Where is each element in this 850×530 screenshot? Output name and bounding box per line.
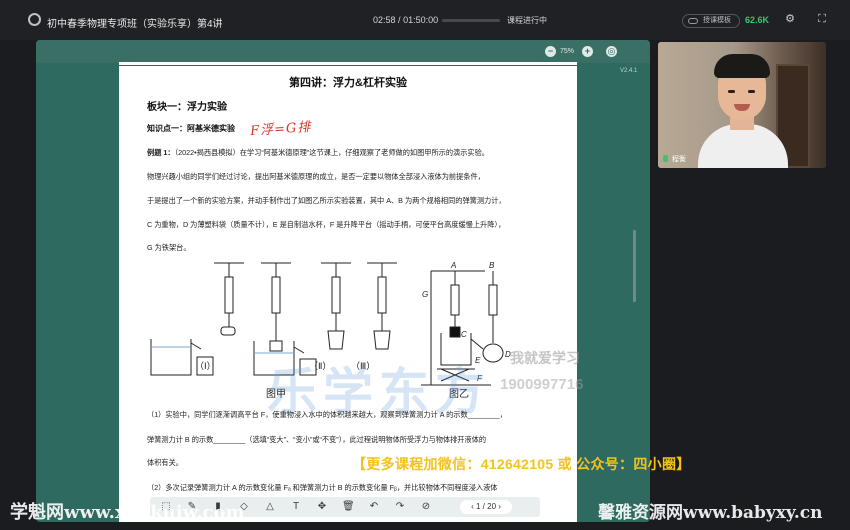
spring-scale xyxy=(331,276,341,314)
spring-scale xyxy=(224,276,234,314)
clear-icon[interactable]: ⊘ xyxy=(420,501,432,513)
section-heading: 板块一：浮力实验 xyxy=(147,102,227,113)
spout xyxy=(470,338,484,350)
weight-block xyxy=(220,326,236,336)
teacher-eye xyxy=(748,90,755,93)
zoom-level: 75% xyxy=(560,48,575,55)
teacher-camera: 程衡 xyxy=(658,42,826,168)
spring-scale xyxy=(377,276,387,314)
prev-page-icon[interactable]: ‹ xyxy=(471,502,474,511)
question-text: （2022•揭西县模拟）在学习“阿基米德原理”这节课上，仔细观察了老师做的如图甲… xyxy=(174,148,489,157)
label-roman-1: （Ⅰ） xyxy=(195,361,216,371)
sub-question-line: 弹簧测力计 B 的示数________（选填“变大”、“变小”或“不变”），此过… xyxy=(147,435,487,444)
lecture-title: 第四讲：浮力&杠杆实验 xyxy=(289,77,407,89)
label-g: G xyxy=(422,290,428,299)
playback-time: 02:58 / 01:50:00 xyxy=(373,15,438,25)
label-c: C xyxy=(461,330,467,339)
document-page: 第四讲：浮力&杠杆实验 板块一：浮力实验 知识点一：阿基米德实验 F浮=G排 例… xyxy=(119,62,577,522)
overflow-beaker xyxy=(150,339,192,376)
question-1-line: 例题 1：（2022•揭西县模拟）在学习“阿基米德原理”这节课上，仔细观察了老师… xyxy=(147,148,489,158)
move-tool-icon[interactable]: ✥ xyxy=(316,501,328,513)
undo-icon[interactable]: ↶ xyxy=(368,501,380,513)
spout xyxy=(190,342,202,350)
mode-toggle-button[interactable]: 授课模板 xyxy=(682,14,740,28)
page-top-rule xyxy=(119,65,577,66)
paragraph-line: 物理兴趣小组的同学们经过讨论，提出阿基米德原理的成立，是否一定要以物体全部浸入液… xyxy=(147,172,485,181)
small-bucket xyxy=(373,330,391,350)
toggle-icon xyxy=(688,18,698,24)
classroom-app: 初中春季物理专项班（实验乐享）第4讲 02:58 / 01:50:00 课程进行… xyxy=(0,0,850,530)
sub-question-line: 体积有关。 xyxy=(147,458,183,467)
course-title: 初中春季物理专项班（实验乐享）第4讲 xyxy=(47,19,223,30)
question-label: 例题 1： xyxy=(147,148,175,157)
fit-page-button[interactable]: ◎ xyxy=(606,46,617,57)
playback-progress-bar[interactable] xyxy=(442,19,500,22)
handwritten-annotation: F浮=G排 xyxy=(249,119,312,140)
fullscreen-icon[interactable]: ⛶ xyxy=(815,12,829,26)
teacher-hair xyxy=(714,54,770,78)
spring-scale-b xyxy=(488,284,498,316)
class-status: 课程进行中 xyxy=(507,16,547,25)
delete-icon[interactable]: 🗑 xyxy=(342,501,355,513)
text-tool-icon[interactable]: T xyxy=(290,501,302,513)
side-scrollbar[interactable] xyxy=(633,230,636,302)
page-current: 1 xyxy=(475,502,481,511)
time-current: 02:58 xyxy=(373,15,396,25)
small-bucket xyxy=(327,330,345,350)
time-total: 01:50:00 xyxy=(403,15,439,25)
zoom-out-button[interactable]: − xyxy=(545,46,556,57)
watermark-right: 馨雅资源网www.babyxy.cn xyxy=(598,503,823,523)
paragraph-line: G 为铁架台。 xyxy=(147,243,191,252)
shape-tool-icon[interactable]: △ xyxy=(264,501,276,513)
board-header xyxy=(36,40,650,63)
weight-c xyxy=(449,326,461,338)
next-page-icon[interactable]: › xyxy=(498,502,501,511)
page-total: 20 xyxy=(487,502,497,511)
mode-label: 授课模板 xyxy=(703,17,731,24)
board-version: V2.4.1 xyxy=(620,68,638,74)
page-indicator[interactable]: ‹ 1 / 20 › xyxy=(460,500,512,514)
network-speed: 62.6K xyxy=(745,15,770,25)
zoom-in-button[interactable]: + xyxy=(582,46,593,57)
settings-icon[interactable]: ⚙ xyxy=(783,12,797,26)
top-bar: 初中春季物理专项班（实验乐享）第4讲 02:58 / 01:50:00 课程进行… xyxy=(0,0,850,40)
watermark-left: 学魁网www.xuekuiw.com xyxy=(10,502,245,523)
watermark-phone: 1900997716 xyxy=(500,376,584,393)
teacher-eye xyxy=(728,90,735,93)
spring-scale xyxy=(271,276,281,314)
time-separator: / xyxy=(398,15,401,25)
promo-banner: 【更多课程加微信：412642105 或 公众号：四小圈】 xyxy=(352,456,691,472)
redo-icon[interactable]: ↷ xyxy=(394,501,406,513)
whiteboard: − 75% + ◎ V2.4.1 第四讲：浮力&杠杆实验 板块一：浮力实验 知识… xyxy=(36,40,650,522)
teacher-name: 程衡 xyxy=(672,156,686,163)
knowledge-point: 知识点一：阿基米德实验 xyxy=(147,124,235,133)
page-separator: / xyxy=(482,502,485,511)
sub-question-line: （2）多次记录弹簧测力计 A 的示数变化量 Fₐ 和弹簧测力计 B 的示数变化量… xyxy=(147,483,498,492)
weight-block xyxy=(269,340,283,352)
label-b: B xyxy=(489,261,495,270)
paragraph-line: C 为重物，D 为薄塑料袋（质量不计），E 是自制溢水杯，F 是升降平台（摇动手… xyxy=(147,220,506,229)
sub-question-line: （1）实验中，同学们逐渐调高平台 F，使重物浸入水中的体积越来越大，观察到弹簧测… xyxy=(147,410,507,419)
spring-scale-a xyxy=(450,284,460,316)
paragraph-line: 于是提出了一个新的实验方案，并动手制作出了如图乙所示实验装置，其中 A、B 为两… xyxy=(147,196,506,205)
watermark-slogan: 我就爱学习 xyxy=(510,350,580,366)
label-a: A xyxy=(450,261,456,270)
app-logo-icon xyxy=(28,13,41,26)
mic-icon xyxy=(663,155,668,162)
